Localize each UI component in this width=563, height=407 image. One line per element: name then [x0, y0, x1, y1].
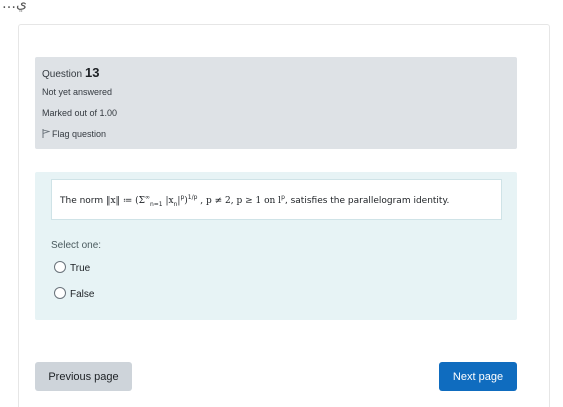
question-number-line: Question 13 [42, 65, 100, 80]
flag-question-label: Flag question [52, 129, 107, 139]
previous-page-button[interactable]: Previous page [35, 362, 132, 391]
top-strip: …ي [0, 0, 563, 22]
next-page-button[interactable]: Next page [439, 362, 517, 391]
question-text-prefix: The norm [60, 196, 106, 206]
question-state: Not yet answered [42, 87, 113, 97]
flag-question-link[interactable]: Flag question [42, 129, 106, 139]
question-label: Question [42, 69, 83, 80]
option-false-label: False [70, 289, 95, 300]
question-text-box: The norm ‖x‖ ≔ (Σ∞n=1 |xn|p)1/p , p ≠ 2,… [51, 179, 502, 220]
math-sum-body: |x [162, 196, 174, 206]
option-true[interactable]: True [54, 261, 90, 274]
radio-false[interactable] [54, 287, 66, 299]
question-formulation: The norm ‖x‖ ≔ (Σ∞n=1 |xn|p)1/p , p ≠ 2,… [35, 172, 517, 320]
select-one-prompt: Select one: [51, 240, 102, 251]
radio-true[interactable] [54, 261, 66, 273]
option-true-label: True [70, 263, 91, 274]
option-false[interactable]: False [54, 287, 94, 300]
math-sum-lower: n=1 [149, 200, 163, 208]
question-number: 13 [85, 65, 100, 80]
math-condition: , p ≠ 2, p ≥ 1 on l [197, 196, 282, 206]
math-norm: ‖x‖ ≔ (Σ [105, 196, 145, 206]
question-info-panel: Question 13 Not yet answered Marked out o… [35, 57, 517, 149]
question-grade: Marked out of 1.00 [42, 108, 118, 118]
flag-icon [42, 129, 51, 138]
question-text: The norm ‖x‖ ≔ (Σ∞n=1 |xn|p)1/p , p ≠ 2,… [60, 194, 449, 208]
math-outer-exp: 1/p [187, 194, 198, 201]
header-partial-text: …ي [2, 0, 27, 12]
question-text-suffix: , satisfies the parallelogram identity. [284, 196, 450, 206]
